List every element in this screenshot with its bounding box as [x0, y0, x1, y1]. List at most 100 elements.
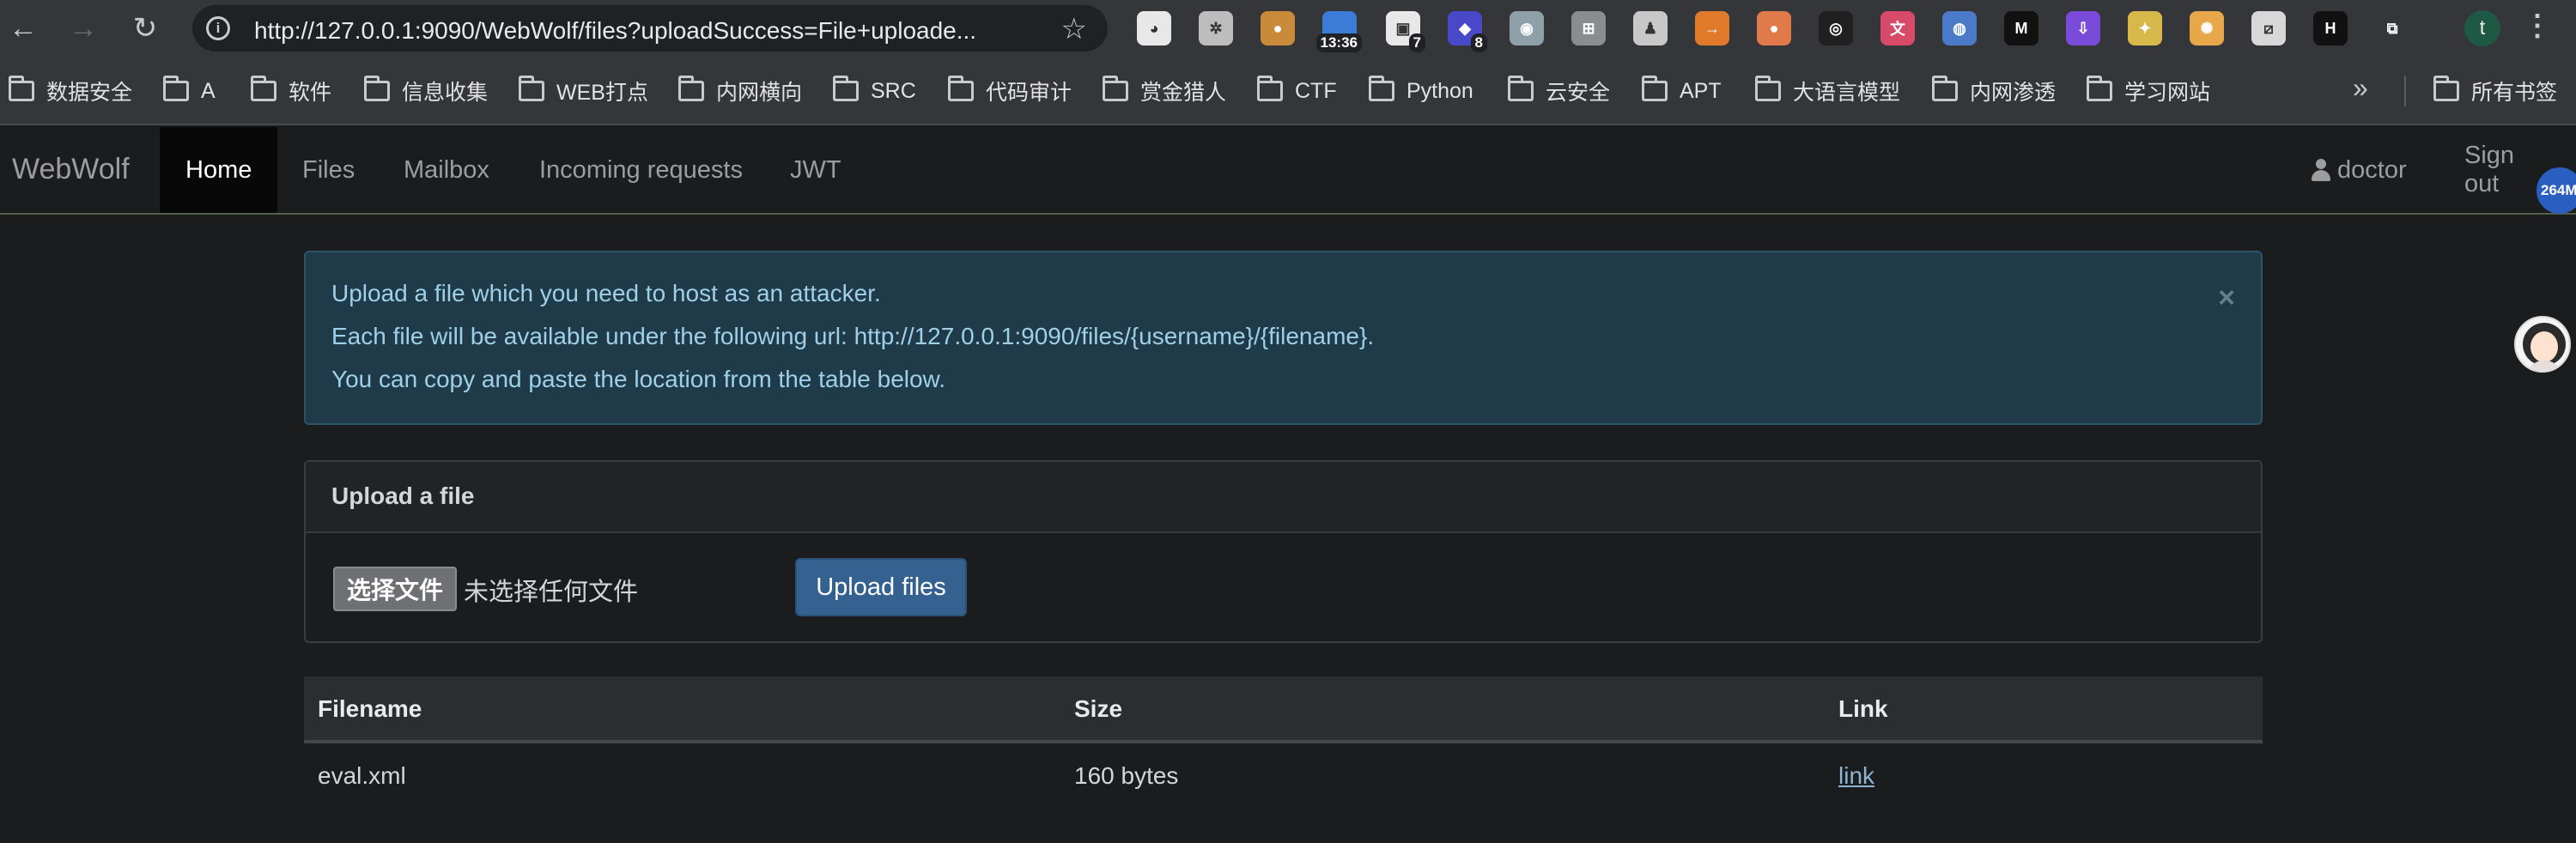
forward-arrow-icon[interactable]: →	[64, 9, 103, 48]
bookmark-folder[interactable]: 学习网站	[2087, 76, 2210, 106]
ext-cube-icon[interactable]: ◆ 8	[1448, 11, 1487, 52]
username-label: doctor	[2337, 155, 2407, 184]
assistant-avatar-icon[interactable]	[2514, 316, 2571, 373]
bookmark-folder[interactable]: 大语言模型	[1755, 76, 1900, 106]
profile-avatar[interactable]: t	[2464, 10, 2500, 46]
all-bookmarks-button[interactable]: 所有书签	[2433, 76, 2557, 106]
folder-icon	[364, 76, 390, 101]
ext-gear-icon[interactable]: ✲	[1199, 11, 1233, 45]
ext-clock-icon[interactable]: 13:36	[1315, 11, 1362, 52]
more-bookmarks-icon[interactable]: »	[2353, 72, 2368, 104]
ext-drop-icon[interactable]: ◍	[1942, 11, 1977, 45]
back-arrow-icon[interactable]: ←	[3, 9, 43, 48]
table-row: eval.xml 160 bytes link	[304, 743, 2263, 809]
bookmark-label: CTF	[1295, 78, 1337, 103]
folder-icon	[1755, 76, 1781, 101]
ext-slash-icon[interactable]: ⧄	[2251, 11, 2286, 45]
info-alert: Upload a file which you need to host as …	[304, 251, 2263, 425]
folder-icon	[251, 76, 276, 101]
ext-puzzle-icon[interactable]: ⧉	[2375, 11, 2409, 45]
bookmark-folder[interactable]: 赏金猎人	[1103, 76, 1226, 106]
folder-icon	[1642, 76, 1668, 101]
bookmark-folder[interactable]: 软件	[251, 76, 331, 106]
bookmark-folder[interactable]: 内网横向	[678, 76, 802, 106]
bookmark-folder[interactable]: WEB打点	[519, 76, 648, 106]
bookmark-label: 内网横向	[716, 81, 803, 105]
folder-icon	[9, 76, 34, 101]
extension-badge: 7	[1408, 33, 1425, 52]
header-filename: Filename	[318, 695, 422, 722]
nav-jwt[interactable]: JWT	[764, 127, 867, 213]
bookmark-star-icon[interactable]: ☆	[1061, 12, 1087, 46]
address-bar[interactable]: i http://127.0.0.1:9090/WebWolf/files?up…	[192, 5, 1108, 52]
header-size: Size	[1074, 695, 1123, 722]
site-info-icon[interactable]: i	[206, 16, 230, 40]
ext-medium-icon[interactable]: M	[2004, 11, 2038, 45]
bookmark-label: A	[201, 78, 216, 103]
close-icon[interactable]: ×	[2218, 282, 2235, 315]
choose-file-button[interactable]: 选择文件	[333, 567, 457, 611]
nav-mailbox[interactable]: Mailbox	[378, 127, 515, 213]
cell-filename: eval.xml	[318, 762, 406, 789]
ext-arrow-icon[interactable]: →	[1695, 11, 1729, 45]
bookmark-label: 信息收集	[402, 81, 489, 105]
upload-panel-title: Upload a file	[331, 482, 475, 509]
ext-cookie-icon[interactable]: ●	[1261, 11, 1295, 45]
folder-icon	[2087, 76, 2112, 101]
brand-logo[interactable]: WebWolf	[12, 153, 130, 186]
all-bookmarks-label: 所有书签	[2471, 81, 2558, 105]
bookmark-label: 学习网站	[2124, 81, 2211, 105]
folder-icon	[1257, 76, 1283, 101]
ext-glasses-icon[interactable]: ◎	[1819, 11, 1853, 45]
no-file-chosen-label: 未选择任何文件	[464, 579, 639, 606]
ext-spy-icon[interactable]: ◉	[1510, 11, 1544, 45]
bookmark-folder[interactable]: 内网渗透	[1932, 76, 2056, 106]
url-text[interactable]: http://127.0.0.1:9090/WebWolf/files?uplo…	[254, 17, 1044, 45]
folder-icon	[1508, 76, 1534, 101]
alert-line-2: Each file will be available under the fo…	[331, 323, 1375, 349]
cell-size: 160 bytes	[1074, 762, 1179, 789]
ext-magic-icon[interactable]: ✦	[2128, 11, 2162, 45]
ext-settings-icon[interactable]: ✺	[2190, 11, 2224, 45]
folder-icon	[833, 76, 859, 101]
folder-icon	[948, 76, 974, 101]
bookmark-folder[interactable]: 信息收集	[364, 76, 488, 106]
folder-icon	[678, 76, 704, 101]
bookmark-folder[interactable]: A	[163, 76, 216, 106]
alert-line-1: Upload a file which you need to host as …	[331, 280, 881, 306]
ext-translate-icon[interactable]: 文	[1880, 11, 1915, 45]
table-header: Filename Size Link	[304, 676, 2263, 743]
nav-files[interactable]: Files	[276, 127, 380, 213]
folder-icon	[1369, 76, 1394, 101]
folder-icon	[519, 76, 544, 101]
nav-user[interactable]: doctor	[2286, 127, 2433, 213]
bookmark-label: 软件	[289, 81, 332, 105]
file-link[interactable]: link	[1838, 762, 1874, 790]
memory-badge: 264M	[2537, 167, 2576, 214]
bookmark-folder[interactable]: SRC	[833, 76, 916, 106]
folder-icon	[1932, 76, 1958, 101]
bookmark-folder[interactable]: 代码审计	[948, 76, 1072, 106]
ext-h-icon[interactable]: H	[2313, 11, 2348, 45]
ext-panda-icon[interactable]: ◕	[1137, 11, 1171, 45]
reload-icon[interactable]: ↻	[125, 9, 165, 48]
ext-download-icon[interactable]: ⇩	[2066, 11, 2100, 45]
ext-qr-icon[interactable]: ▣ 7	[1386, 11, 1425, 52]
bookmark-folder[interactable]: 云安全	[1508, 76, 1610, 106]
bookmark-folder[interactable]: Python	[1369, 76, 1473, 106]
nav-incoming-requests[interactable]: Incoming requests	[513, 127, 769, 213]
bookmark-folder[interactable]: CTF	[1257, 76, 1337, 106]
bookmark-folder[interactable]: 数据安全	[9, 76, 132, 106]
ext-gitzip-icon[interactable]: ⊞	[1571, 11, 1606, 45]
bookmark-label: 赏金猎人	[1140, 81, 1227, 105]
bookmark-label: Python	[1406, 78, 1473, 103]
ext-js-icon[interactable]: ♟	[1633, 11, 1668, 45]
bookmark-folder[interactable]: APT	[1642, 76, 1722, 106]
bookmark-label: 代码审计	[986, 81, 1072, 105]
nav-home[interactable]: Home	[160, 127, 278, 213]
upload-files-button[interactable]: Upload files	[795, 558, 967, 616]
ext-circle-icon[interactable]: ●	[1757, 11, 1791, 45]
upload-panel-header: Upload a file	[306, 462, 2261, 533]
bookmark-label: 大语言模型	[1793, 81, 1901, 105]
browser-menu-icon[interactable]: ⋮	[2523, 9, 2552, 43]
